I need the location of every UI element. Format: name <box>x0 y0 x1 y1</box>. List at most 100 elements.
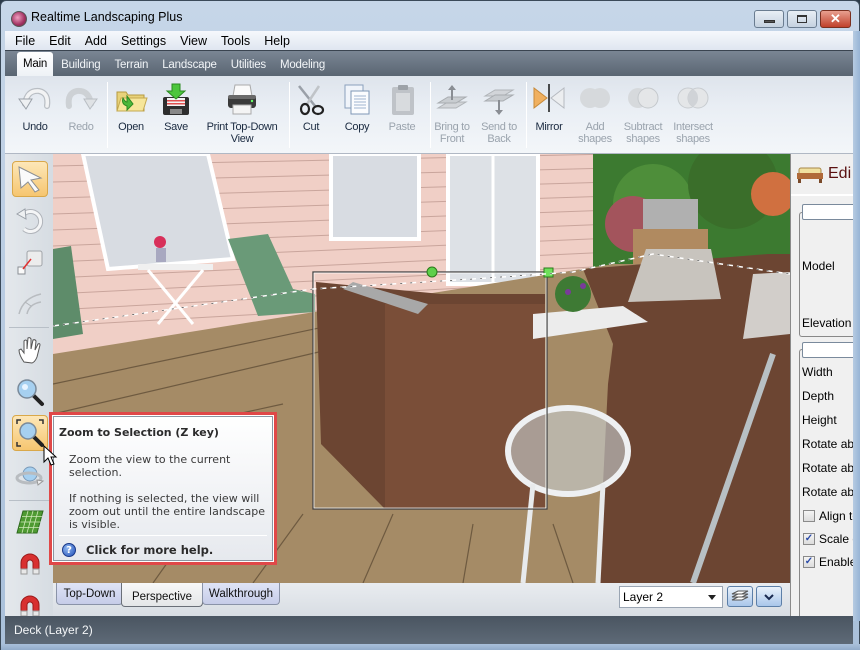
tooltip-zoom-to-selection[interactable]: Zoom to Selection (Z key) Zoom the view … <box>49 412 277 565</box>
folder-open-icon <box>113 82 149 118</box>
printer-icon <box>224 82 260 118</box>
resize-tool-button[interactable] <box>12 244 48 280</box>
mouse-cursor-icon <box>43 445 58 466</box>
paste-button[interactable]: Paste <box>378 82 426 133</box>
menu-tools[interactable]: Tools <box>221 34 250 48</box>
magnifier-icon <box>17 379 44 406</box>
tab-top-down[interactable]: Top-Down <box>56 583 123 605</box>
close-button[interactable]: ✕ <box>820 10 851 28</box>
ribbon-tab-bar: Main Building Terrain Landscape Utilitie… <box>5 50 853 76</box>
add-shapes-button[interactable]: Add shapes <box>571 82 619 145</box>
scissors-icon <box>293 82 329 118</box>
menu-add[interactable]: Add <box>85 34 107 48</box>
pan-tool-button[interactable] <box>12 332 48 368</box>
model-group-field[interactable] <box>802 204 853 220</box>
properties-panel: Edi Model Elevation Width Depth Height R… <box>790 154 853 616</box>
window-center <box>329 154 421 241</box>
tooltip-note: If nothing is selected, the view will zo… <box>69 492 266 531</box>
menu-edit[interactable]: Edit <box>49 34 71 48</box>
open-button[interactable]: Open <box>107 82 155 133</box>
tab-landscape[interactable]: Landscape <box>156 54 222 76</box>
size-group-field[interactable] <box>802 342 853 358</box>
orbit-icon <box>15 466 45 486</box>
redo-button[interactable]: Redo <box>57 82 105 133</box>
grill <box>643 199 698 229</box>
ribbon-toolbar: Undo Redo Open Save Print Top-Down View … <box>5 76 853 154</box>
intersect-shapes-button[interactable]: Intersect shapes <box>669 82 717 145</box>
width-label: Width <box>802 365 833 379</box>
side-table <box>138 264 213 270</box>
align-checkbox[interactable]: Align to <box>803 509 853 523</box>
zoom-selection-icon <box>16 419 44 447</box>
tab-perspective[interactable]: Perspective <box>121 583 203 607</box>
checkbox-unchecked[interactable] <box>803 510 815 522</box>
save-button[interactable]: Save <box>152 82 200 133</box>
rotate-z-label: Rotate abo <box>802 485 853 499</box>
rotate-tool-button[interactable] <box>12 202 48 238</box>
bring-to-front-icon <box>434 82 470 118</box>
checkbox-checked[interactable]: ✓ <box>803 533 815 545</box>
app-logo-icon <box>11 11 27 27</box>
select-tool-button[interactable] <box>12 161 48 197</box>
zoom-tool-button[interactable] <box>12 374 48 410</box>
menu-help[interactable]: Help <box>264 34 290 48</box>
window-title: Realtime Landscaping Plus <box>31 10 183 24</box>
rotation-handle[interactable] <box>426 266 438 278</box>
tooltip-help-link[interactable]: ? Click for more help. <box>62 543 213 557</box>
menu-view[interactable]: View <box>180 34 207 48</box>
tab-building[interactable]: Building <box>55 54 106 76</box>
tab-walkthrough[interactable]: Walkthrough <box>202 583 280 605</box>
grid-icon <box>16 510 44 534</box>
minimize-button[interactable] <box>754 10 784 28</box>
redo-icon <box>63 82 99 118</box>
layers-button[interactable] <box>727 586 753 607</box>
maximize-button[interactable] <box>787 10 817 28</box>
layer-dropdown[interactable]: Layer 2 <box>619 586 723 608</box>
tooltip-description: Zoom the view to the current selection. <box>69 453 231 479</box>
chevron-down-icon <box>764 593 774 600</box>
subtract-shapes-button[interactable]: Subtract shapes <box>619 82 667 145</box>
mirror-button[interactable]: Mirror <box>525 82 573 133</box>
tool-separator <box>9 327 49 328</box>
print-top-down-view-button[interactable]: Print Top-Down View <box>201 82 283 145</box>
status-bar: Deck (Layer 2) <box>5 616 853 644</box>
glass-table <box>505 405 631 497</box>
snap-tool-button[interactable] <box>12 546 48 582</box>
enable-checkbox[interactable]: ✓ Enable <box>803 555 853 569</box>
menu-settings[interactable]: Settings <box>121 34 166 48</box>
help-icon: ? <box>62 543 76 557</box>
menu-bar: File Edit Add Settings View Tools Help <box>5 31 853 50</box>
scale-checkbox[interactable]: ✓ Scale e <box>803 532 853 546</box>
maximize-icon <box>797 15 807 23</box>
rotate-y-label: Rotate abo <box>802 461 853 475</box>
tab-main[interactable]: Main <box>17 52 54 76</box>
tab-modeling[interactable]: Modeling <box>274 54 331 76</box>
grid-tool-button[interactable] <box>12 504 48 540</box>
status-text: Deck (Layer 2) <box>14 623 93 637</box>
send-to-back-button[interactable]: Send to Back <box>475 82 523 145</box>
menu-file[interactable]: File <box>15 34 35 48</box>
title-bar: Realtime Landscaping Plus ✕ <box>1 1 859 31</box>
send-to-back-icon <box>481 82 517 118</box>
hand-icon <box>18 337 41 364</box>
copy-button[interactable]: Copy <box>333 82 381 133</box>
bring-to-front-button[interactable]: Bring to Front <box>428 82 476 145</box>
cut-button[interactable]: Cut <box>287 82 335 133</box>
layer-options-button[interactable] <box>756 586 782 607</box>
arc-tool-button[interactable] <box>12 285 48 321</box>
tool-separator <box>9 500 49 501</box>
intersect-shapes-icon <box>675 82 711 118</box>
clipboard-paste-icon <box>384 82 420 118</box>
height-label: Height <box>802 413 837 427</box>
resize-handle[interactable] <box>543 267 554 278</box>
tool-strip <box>5 154 53 617</box>
undo-button[interactable]: Undo <box>11 82 59 133</box>
checkbox-checked[interactable]: ✓ <box>803 556 815 568</box>
add-shapes-icon <box>577 82 613 118</box>
copy-icon <box>339 82 375 118</box>
tab-terrain[interactable]: Terrain <box>108 54 154 76</box>
view-tab-bar: Top-Down Perspective Walkthrough Layer 2 <box>53 583 790 616</box>
window-frame-right <box>853 31 860 621</box>
elevation-label: Elevation <box>802 316 852 330</box>
tab-utilities[interactable]: Utilities <box>225 54 272 76</box>
